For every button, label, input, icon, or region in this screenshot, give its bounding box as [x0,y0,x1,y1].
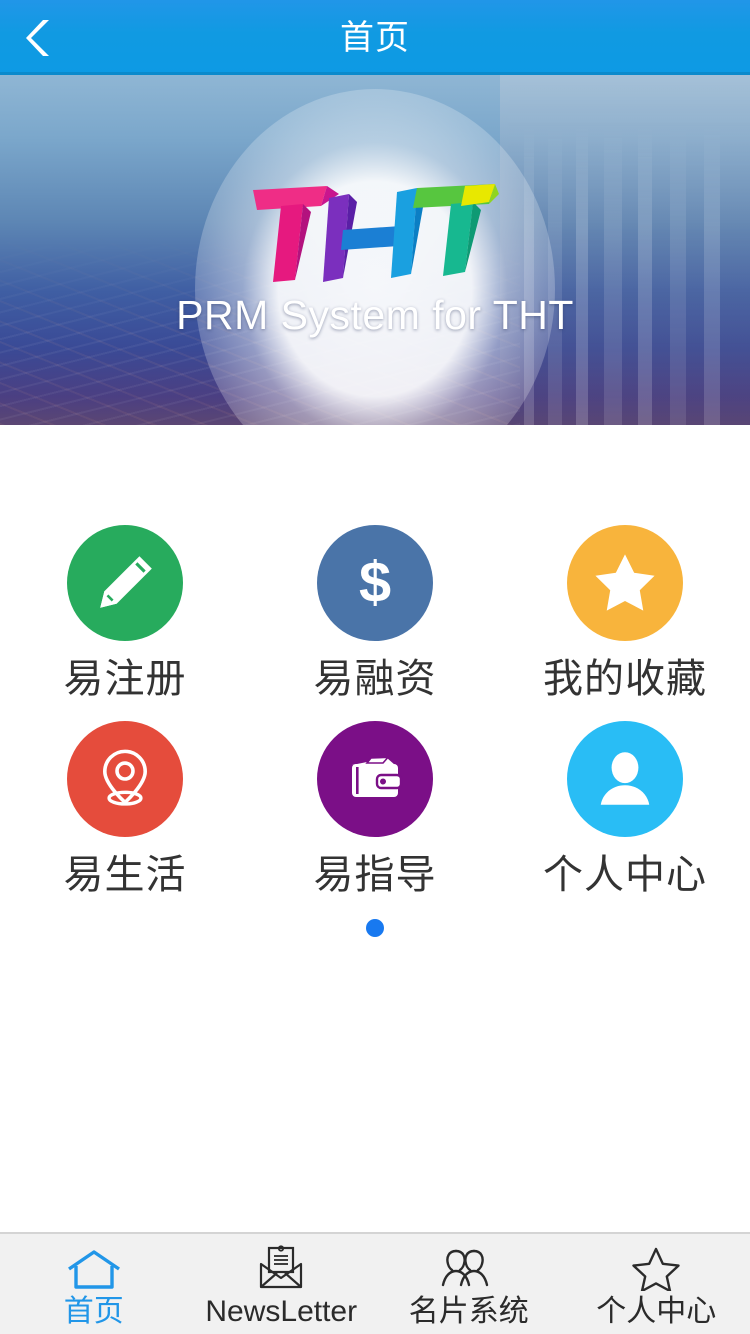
tab-label: 名片系统 [408,1295,529,1328]
page-header: 首页 [0,0,750,75]
page-title: 首页 [340,18,410,57]
wallet-icon [352,756,403,797]
tab-icon-wrap [631,1241,681,1291]
grid-item-financing[interactable]: $ 易融资 [250,525,500,699]
grid-icon-circle: $ [317,525,433,641]
banner-tagline: PRM System for THT [176,291,574,338]
chevron-left-icon [22,16,56,60]
tab-personal-center[interactable]: 个人中心 [563,1234,750,1334]
grid-item-register[interactable]: 易注册 [0,525,250,699]
envelope-document-icon [260,1245,303,1289]
person-icon [600,752,650,805]
back-button[interactable] [22,0,84,75]
tab-namecard[interactable]: 名片系统 [375,1234,563,1334]
tab-label: 个人中心 [596,1295,717,1328]
star-icon [595,554,655,611]
tab-label: NewsLetter [205,1295,358,1328]
grid-icon-circle [567,721,683,837]
grid-item-label: 我的收藏 [543,657,707,701]
grid-item-guidance[interactable]: 易指导 [250,721,500,895]
grid-item-label: 易生活 [63,853,187,897]
star-outline-icon [632,1247,680,1291]
grid-item-label: 个人中心 [543,853,707,897]
tab-icon-wrap [257,1241,305,1291]
hero-banner[interactable]: PRM System for THT [0,75,750,425]
shortcut-grid: 易注册 $ 易融资 我的收藏 易生活 易指导 个人中心 [0,525,750,895]
tab-icon-wrap [66,1241,122,1291]
home-icon [67,1250,120,1289]
dollar-icon: $ [359,551,391,615]
grid-icon-circle [317,721,433,837]
tab-icon-wrap [440,1241,498,1291]
pen-icon [100,556,152,608]
app-root: 首页 PRM System for THT 易注册 $ 易融资 我的收藏 易生活… [0,0,750,1334]
grid-item-label: 易注册 [63,657,187,701]
grid-icon-circle [67,721,183,837]
two-people-icon [441,1249,488,1287]
svg-text:$: $ [359,551,391,615]
grid-item-life[interactable]: 易生活 [0,721,250,895]
grid-item-label: 易指导 [313,853,437,897]
grid-icon-circle [67,525,183,641]
page-indicator [366,919,384,937]
grid-item-label: 易融资 [313,657,437,701]
bottom-tab-bar: 首页 NewsLetter 名片系统 个人中心 [0,1232,750,1334]
tab-label: 首页 [63,1295,124,1328]
grid-icon-circle [567,525,683,641]
main-content: 易注册 $ 易融资 我的收藏 易生活 易指导 个人中心 [0,425,750,1232]
banner-content: PRM System for THT [0,75,750,425]
tht-logo-icon [253,183,499,282]
tab-newsletter[interactable]: NewsLetter [188,1234,376,1334]
grid-item-favorites[interactable]: 我的收藏 [500,525,750,699]
tab-home[interactable]: 首页 [0,1234,188,1334]
page-dot-1[interactable] [366,919,384,937]
grid-item-profile[interactable]: 个人中心 [500,721,750,895]
map-pin-icon [103,749,147,806]
